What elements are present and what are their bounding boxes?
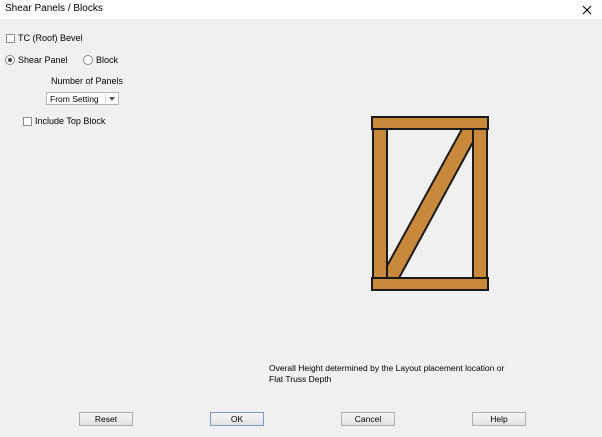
block-label: Block xyxy=(96,55,119,65)
num-panels-label-row: Number of Panels xyxy=(51,76,123,86)
shear-panel-label: Shear Panel xyxy=(18,55,68,65)
left-stud xyxy=(372,128,388,279)
tc-bevel-label: TC (Roof) Bevel xyxy=(18,33,83,43)
shear-panel-option[interactable]: Shear Panel xyxy=(5,55,68,65)
block-radio[interactable] xyxy=(83,55,93,65)
bottom-plate xyxy=(371,277,489,291)
chevron-down-icon xyxy=(108,96,115,101)
ok-button[interactable]: OK xyxy=(210,412,264,426)
include-top-block-checkbox[interactable] xyxy=(23,116,32,126)
dropdown-arrow[interactable] xyxy=(105,94,117,103)
close-icon xyxy=(582,5,592,14)
height-note-line2: Flat Truss Depth xyxy=(269,374,332,384)
right-stud xyxy=(472,128,488,279)
help-button[interactable]: Help xyxy=(472,412,526,426)
dialog-content: TC (Roof) Bevel Shear Panel Block Number… xyxy=(0,19,602,437)
height-note-line1: Overall Height determined by the Layout … xyxy=(269,363,505,373)
window-title: Shear Panels / Blocks xyxy=(5,3,103,14)
block-option[interactable]: Block xyxy=(83,55,118,65)
include-top-block-option[interactable]: Include Top Block xyxy=(23,116,105,126)
shear-panel-radio[interactable] xyxy=(5,55,15,65)
tc-bevel-checkbox[interactable] xyxy=(6,33,15,43)
diagonal-brace xyxy=(386,128,474,279)
include-top-block-label: Include Top Block xyxy=(35,116,106,126)
num-panels-select[interactable]: From Setting xyxy=(46,92,119,105)
height-note: Overall Height determined by the Layout … xyxy=(269,363,529,385)
cancel-button[interactable]: Cancel xyxy=(341,412,395,426)
num-panels-value: From Setting xyxy=(50,93,99,104)
shear-panel-diagram xyxy=(371,116,489,291)
tc-bevel-option[interactable]: TC (Roof) Bevel xyxy=(6,33,83,43)
num-panels-label: Number of Panels xyxy=(51,76,124,86)
reset-button[interactable]: Reset xyxy=(79,412,133,426)
top-plate xyxy=(371,116,489,130)
close-button[interactable] xyxy=(572,0,602,19)
title-bar: Shear Panels / Blocks xyxy=(0,0,602,19)
